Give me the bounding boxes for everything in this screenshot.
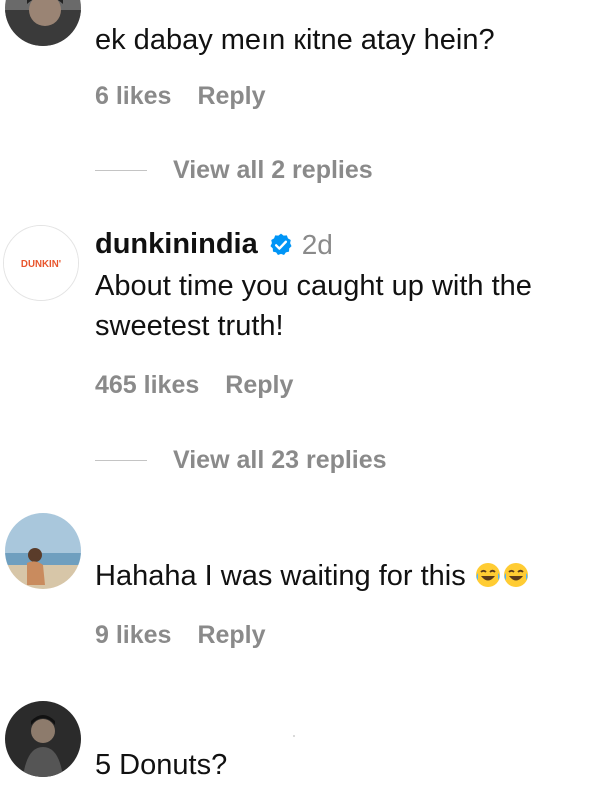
dunkin-logo-text: DUNKIN': [21, 259, 61, 270]
verified-badge-icon: [270, 233, 292, 255]
comment-text: Hahaha I was waiting for this: [95, 560, 466, 592]
view-replies-button[interactable]: View all 2 replies: [95, 155, 373, 185]
user-avatar-photo: [5, 0, 81, 46]
likes-count[interactable]: 9 likes: [95, 621, 171, 649]
user-avatar-photo: [5, 701, 81, 777]
likes-count[interactable]: 6 likes: [95, 82, 171, 110]
comment-meta: 6 likes Reply: [95, 82, 266, 111]
user-avatar-beach-photo: [5, 513, 81, 589]
comment-meta: 9 likes Reply: [95, 621, 266, 650]
commenter-avatar[interactable]: [5, 513, 81, 589]
comment-text: 5 Donuts?: [95, 749, 228, 781]
view-replies-label: View all 23 replies: [173, 445, 387, 474]
view-replies-label: View all 2 replies: [173, 155, 373, 184]
dunkin-avatar[interactable]: DUNKIN': [3, 225, 79, 301]
view-replies-button[interactable]: View all 23 replies: [95, 445, 387, 475]
replies-divider-line: [95, 459, 147, 461]
reply-button[interactable]: Reply: [197, 621, 265, 649]
separator-dot: [293, 735, 295, 737]
reply-button[interactable]: Reply: [197, 82, 265, 110]
commenter-avatar[interactable]: [5, 0, 81, 46]
comment-time: 2d: [301, 228, 333, 260]
tears-of-joy-emoji-icon: [475, 563, 500, 587]
comment-meta: 465 likes Reply: [95, 371, 293, 400]
replies-divider-line: [95, 169, 147, 171]
comment-text: ek dabay meın кitne atay hein?: [95, 24, 495, 56]
comment-text-line-1: About time you caught up with the: [95, 270, 532, 302]
comment-text-line-2: sweetest truth!: [95, 310, 284, 342]
username[interactable]: dunkinindia: [95, 228, 258, 261]
reply-button[interactable]: Reply: [225, 371, 293, 399]
likes-count[interactable]: 465 likes: [95, 371, 199, 399]
tears-of-joy-emoji-icon: [503, 563, 528, 587]
commenter-avatar[interactable]: [5, 701, 81, 777]
comment-text-row: Hahaha I was waiting for this: [95, 560, 530, 593]
dunkin-logo: DUNKIN': [4, 226, 78, 300]
comment-header: dunkinindia 2d: [95, 228, 333, 261]
